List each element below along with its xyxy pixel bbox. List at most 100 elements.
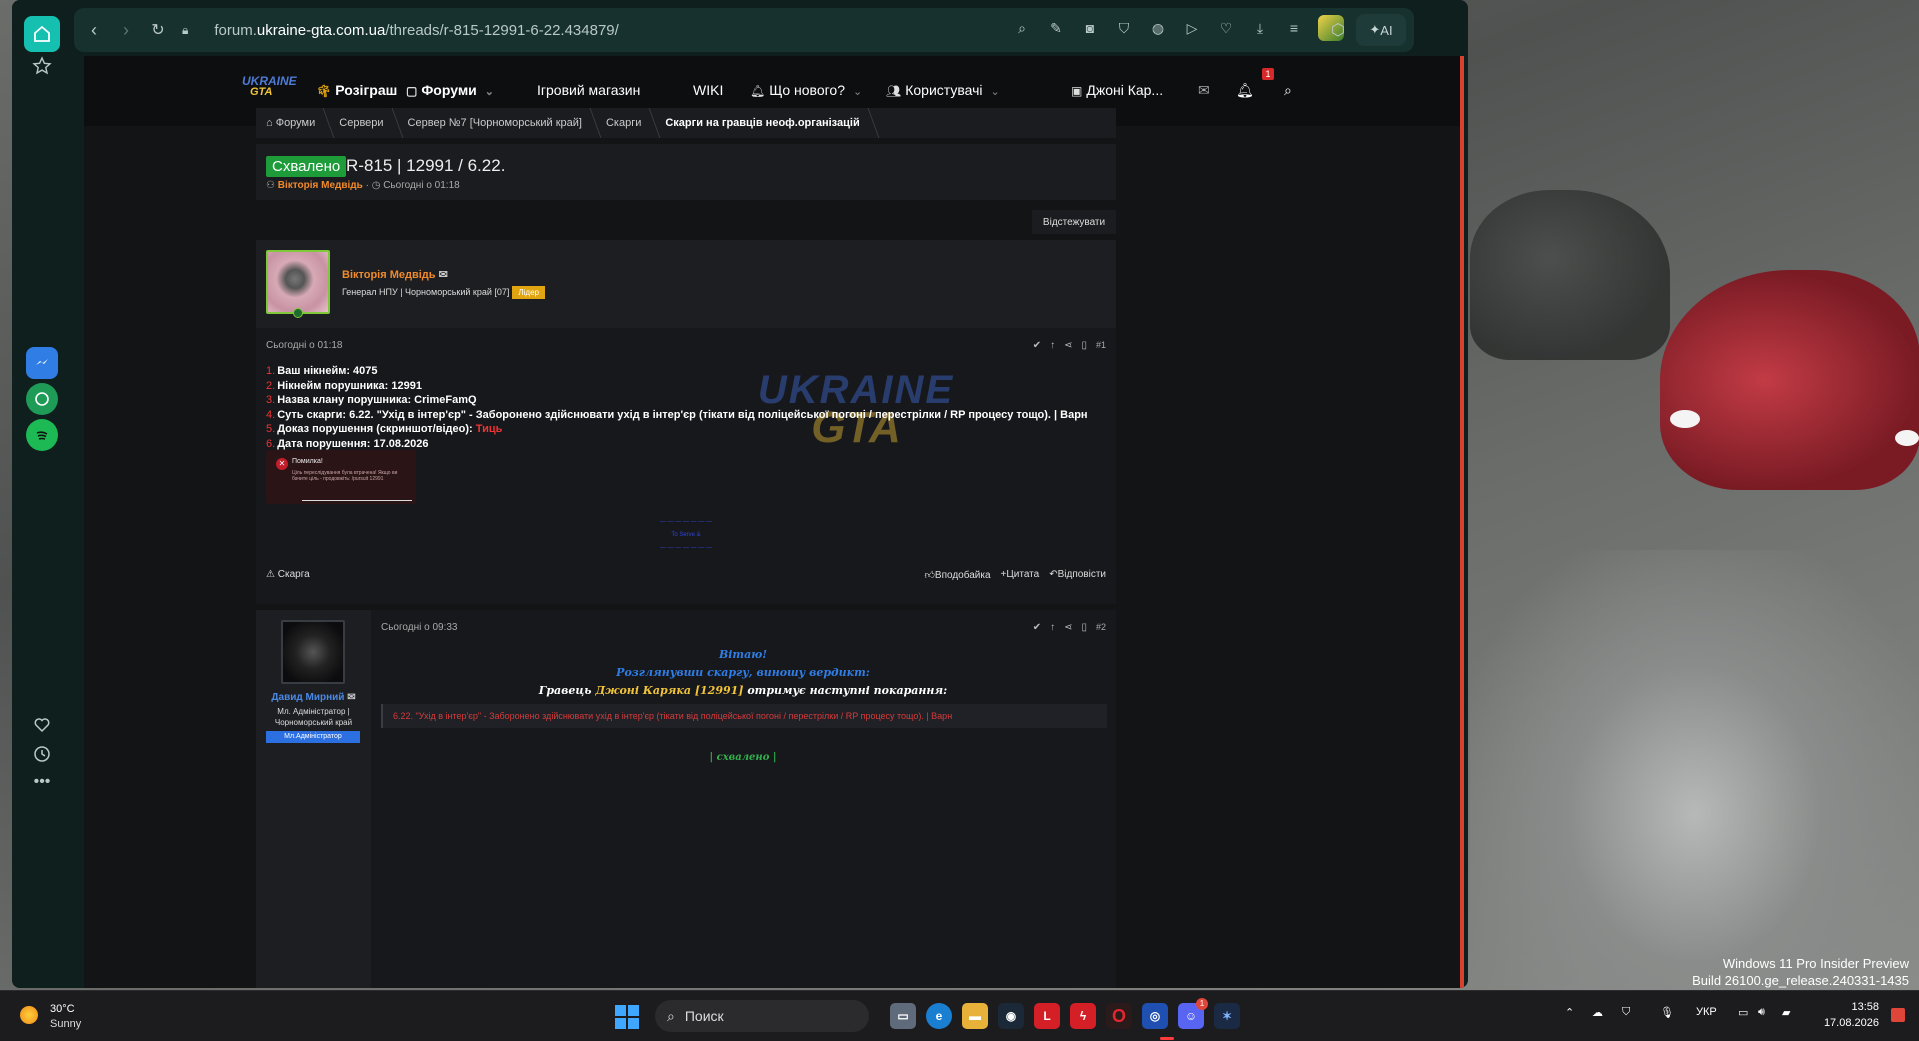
nav-wiki[interactable]: WIKI (693, 82, 723, 98)
quote-button[interactable]: +Цитата (1001, 569, 1040, 581)
back-icon[interactable]: ‹ (78, 14, 110, 46)
verdict-line: Розглянувши скаргу, виношу вердикт: (616, 666, 870, 679)
scrollbar[interactable] (1460, 56, 1464, 988)
easy-setup-icon[interactable]: ≡ (1284, 18, 1304, 38)
heart-icon[interactable]: ♡ (1216, 18, 1236, 38)
l-app-icon[interactable]: L (1034, 1003, 1060, 1029)
edit-icon[interactable]: ✎ (1046, 18, 1066, 38)
start-button[interactable] (615, 1005, 639, 1029)
speed-dial-button[interactable] (24, 48, 60, 84)
envelope-icon[interactable]: ✉ (1198, 82, 1210, 99)
messenger-icon (36, 359, 48, 365)
verdict-greeting: Вітаю! (718, 648, 768, 661)
download-icon[interactable]: ⤓ (1250, 18, 1270, 38)
chevron-down-icon: ⌄ (484, 86, 494, 98)
security-icon[interactable]: ⛉ (1622, 1006, 1630, 1019)
spotify-button[interactable] (26, 419, 58, 451)
arrow-up-icon[interactable]: ↑ (1050, 622, 1055, 633)
arrow-up-icon[interactable]: ↑ (1050, 340, 1055, 351)
share-icon[interactable]: ⋖ (1064, 622, 1072, 633)
weather-desc[interactable]: Sunny (50, 1018, 81, 1030)
proof-link[interactable]: Тиць (476, 423, 503, 435)
bookmark-icon[interactable]: ▯ (1081, 340, 1087, 351)
reload-icon[interactable]: ↻ (142, 14, 174, 46)
volume-icon[interactable]: 🔊︎ (1758, 1006, 1765, 1019)
notification-bell-icon[interactable] (1891, 1008, 1905, 1022)
check-icon[interactable]: ✔ (1033, 340, 1041, 351)
avatar[interactable] (266, 250, 330, 314)
check-icon[interactable]: ✔ (1033, 622, 1041, 633)
whatsapp-button[interactable] (26, 383, 58, 415)
app-icon[interactable]: ◎ (1142, 1003, 1168, 1029)
page-title: R-815 | 12991 / 6.22. (346, 156, 506, 175)
post-time[interactable]: Сьогодні о 01:18 (266, 340, 342, 351)
nav-shop[interactable]: Ігровий магазин (537, 82, 640, 98)
more-icon[interactable]: ••• (24, 764, 60, 800)
nav-giveaway[interactable]: 🌴︎ Розіграш (316, 82, 397, 98)
camera-icon[interactable]: ◙ (1080, 18, 1100, 38)
post-author-name[interactable]: Вікторія Медвідь ✉ (342, 268, 448, 281)
forward-icon[interactable]: › (110, 14, 142, 46)
battery-icon[interactable]: ▰ (1782, 1006, 1790, 1019)
post-author-name[interactable]: Давид Мирний ✉ (256, 692, 371, 703)
post-number[interactable]: #1 (1096, 340, 1106, 351)
attached-screenshot[interactable]: ✕ Помилка! Ціль переслідування була втра… (266, 450, 416, 504)
nav-users[interactable]: 👥︎ Користувачі ⌄ (886, 82, 1000, 98)
cube-icon[interactable]: ⬡ (1324, 16, 1352, 44)
vpn-icon[interactable]: ◍ (1148, 18, 1168, 38)
breadcrumb-item[interactable]: Сервери (329, 108, 397, 138)
browser-sidebar: ••• (12, 0, 72, 988)
weather-temp[interactable]: 30°C (50, 1003, 75, 1015)
breadcrumb-item[interactable]: Скарги на гравців неоф.організацій (655, 108, 873, 138)
task-view-icon[interactable]: ▭ (890, 1003, 916, 1029)
language-indicator[interactable]: УКР (1696, 1006, 1717, 1018)
ai-label: AI (1380, 22, 1393, 38)
bookmark-icon[interactable]: ▯ (1081, 622, 1087, 633)
thread-author-link[interactable]: Вікторія Медвідь (278, 180, 363, 191)
watch-button[interactable]: Відстежувати (1032, 210, 1116, 234)
opera-icon[interactable]: O (1106, 1003, 1132, 1029)
steam-icon[interactable]: ◉ (998, 1003, 1024, 1029)
watermark-line: Windows 11 Pro Insider Preview (1722, 956, 1909, 971)
home-button[interactable] (24, 16, 60, 52)
edge-icon[interactable]: e (926, 1003, 952, 1029)
avatar[interactable] (281, 620, 345, 684)
breadcrumb-item[interactable]: ⌂ Форуми (256, 108, 329, 138)
network-icon[interactable]: ▭ (1738, 1006, 1748, 1019)
url-field[interactable]: forum.ukraine-gta.com.ua/threads/r-815-1… (214, 22, 618, 39)
post-number[interactable]: #2 (1096, 622, 1106, 633)
microphone-icon[interactable]: 🎙︎ (1660, 1006, 1674, 1019)
post-time[interactable]: Сьогодні о 09:33 (381, 622, 457, 633)
breadcrumb-item[interactable]: Сервер №7 [Чорноморський край] (398, 108, 596, 138)
web-page: UKRAINE GTA 🌴︎ Розіграш ▢ Форуми ⌄ Ігровий … (84, 56, 1464, 988)
like-button[interactable]: 👍︎Вподобайка (924, 569, 990, 581)
file-explorer-icon[interactable]: ▬ (962, 1003, 988, 1029)
cloud-icon[interactable]: ☁ (1592, 1006, 1603, 1019)
sun-icon[interactable] (20, 1006, 38, 1024)
share-icon[interactable]: ⋖ (1064, 340, 1072, 351)
clock[interactable]: 13:58 17.08.2026 (1824, 999, 1879, 1031)
app-icon[interactable]: ✶ (1214, 1003, 1240, 1029)
play-icon[interactable]: ▷ (1182, 18, 1202, 38)
site-logo[interactable]: UKRAINE GTA (242, 74, 297, 104)
taskbar-search[interactable]: ⌕ Поиск (655, 1000, 869, 1032)
shield-icon[interactable]: ⛉ (1114, 18, 1134, 38)
whatsapp-icon (35, 392, 49, 406)
alerts-icon[interactable]: 🔔︎ (1236, 82, 1254, 99)
envelope-icon[interactable]: ✉ (347, 692, 355, 703)
lightning-app-icon[interactable]: ϟ (1070, 1003, 1096, 1029)
nav-forums[interactable]: ▢ Форуми ⌄ (406, 82, 494, 98)
messenger-button[interactable] (26, 347, 58, 379)
reply-button[interactable]: ↶Відповісти (1049, 569, 1106, 581)
zoom-icon[interactable]: ⌕ (1012, 18, 1032, 38)
nav-whats-new[interactable]: 🔔︎ Що нового? ⌄ (750, 82, 862, 98)
url-prefix: forum. (214, 21, 257, 39)
account-menu[interactable]: ▣ Джоні Кар... (1071, 82, 1163, 98)
report-button[interactable]: ⚠ Скарга (266, 569, 310, 580)
chat-icon: ▢ (406, 84, 418, 98)
breadcrumb-item[interactable]: Скарги (596, 108, 655, 138)
search-icon[interactable]: ⌕ (1284, 82, 1292, 99)
chevron-up-icon[interactable]: ⌃ (1565, 1006, 1574, 1019)
ai-button[interactable]: ✦ AI (1356, 14, 1406, 46)
envelope-icon[interactable]: ✉ (439, 269, 448, 281)
